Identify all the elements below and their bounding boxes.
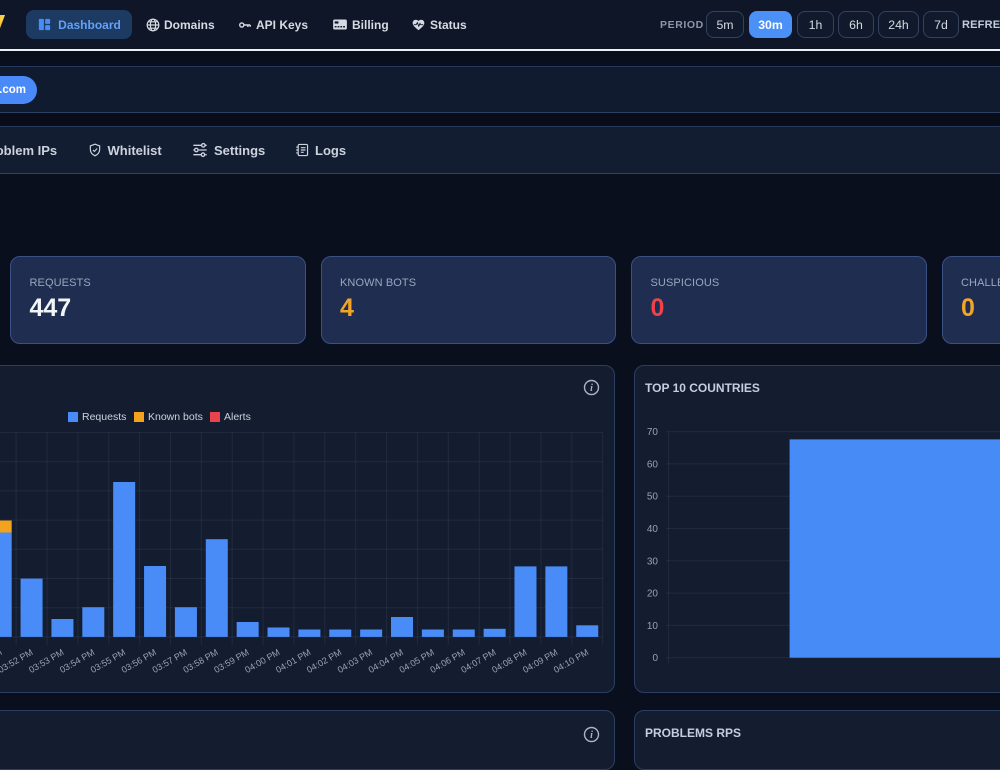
svg-text:10: 10 bbox=[647, 621, 659, 632]
svg-text:04:10 PM: 04:10 PM bbox=[552, 647, 590, 675]
svg-text:30: 30 bbox=[647, 556, 659, 567]
svg-text:70: 70 bbox=[647, 427, 659, 438]
svg-text:i: i bbox=[590, 383, 593, 394]
svg-text:40: 40 bbox=[647, 524, 659, 535]
svg-text:60: 60 bbox=[647, 459, 659, 470]
svg-text:50: 50 bbox=[647, 492, 659, 503]
svg-text:0: 0 bbox=[652, 653, 658, 664]
svg-text:i: i bbox=[590, 730, 593, 741]
svg-text:20: 20 bbox=[647, 589, 659, 600]
